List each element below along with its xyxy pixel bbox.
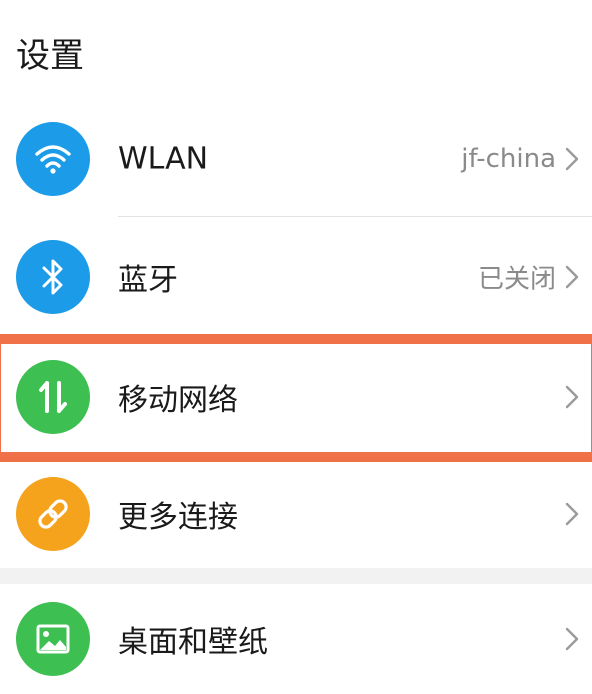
highlight-top-bar [0,334,592,344]
wallpaper-icon [16,602,90,676]
wifi-network-name: jf-china [461,144,556,174]
mobile-data-icon [16,360,90,434]
divider [118,216,592,217]
bluetooth-icon [16,240,90,314]
settings-item-mobile-network[interactable]: 移动网络 [0,342,592,452]
page-title: 设置 [16,36,84,76]
settings-item-bluetooth[interactable]: 蓝牙 已关闭 [0,222,592,332]
wifi-icon [16,122,90,196]
link-icon [16,477,90,551]
chevron-right-icon [565,147,579,171]
settings-item-label: 蓝牙 [118,263,178,298]
settings-item-label: WLAN [118,141,209,177]
settings-item-label: 更多连接 [118,500,238,535]
chevron-right-icon [565,385,579,409]
settings-item-label: 桌面和壁纸 [118,625,268,660]
settings-item-desktop-wallpaper[interactable]: 桌面和壁纸 [0,584,592,694]
highlight-bottom-bar [0,452,592,462]
settings-item-label: 移动网络 [118,383,238,418]
settings-item-wlan[interactable]: WLAN jf-china [0,104,592,214]
chevron-right-icon [565,265,579,289]
settings-item-more-connections[interactable]: 更多连接 [0,462,592,566]
bluetooth-status: 已关闭 [477,264,556,295]
section-separator [0,568,592,584]
chevron-right-icon [565,627,579,651]
chevron-right-icon [565,502,579,526]
